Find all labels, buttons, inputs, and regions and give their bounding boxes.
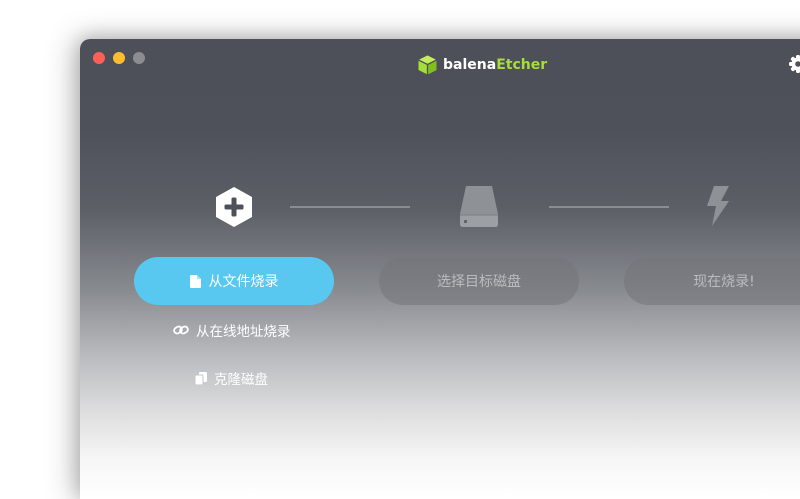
brand-suffix: Etcher [496,57,547,73]
copy-icon [195,372,207,385]
flash-now-label: 现在烧录! [693,271,755,291]
select-target-label: 选择目标磁盘 [437,271,521,291]
flash-now-button[interactable]: 现在烧录! [624,257,800,305]
select-target-button[interactable]: 选择目标磁盘 [379,257,579,305]
clone-drive-link[interactable]: 克隆磁盘 [195,368,268,388]
step-connector-2 [549,206,669,208]
brand-prefix: balena [443,57,496,73]
maximize-window-button[interactable] [133,52,145,64]
drive-icon [459,184,499,228]
app-logo: balenaEtcher [417,54,547,76]
etcher-window: balenaEtcher 从文件烧录 [80,39,800,499]
gear-icon[interactable] [789,55,800,73]
step-connector-1 [290,206,410,208]
flash-from-url-label: 从在线地址烧录 [196,320,291,340]
plus-hexagon-icon[interactable] [214,186,254,228]
link-icon [173,324,189,336]
window-controls [93,52,145,64]
minimize-window-button[interactable] [113,52,125,64]
file-icon [190,275,201,288]
close-window-button[interactable] [93,52,105,64]
flash-from-file-label: 从文件烧录 [209,271,279,291]
cube-logo-icon [417,54,438,76]
clone-drive-label: 克隆磁盘 [214,368,268,388]
flash-from-url-link[interactable]: 从在线地址烧录 [173,320,291,340]
lightning-icon [703,184,731,228]
flash-from-file-button[interactable]: 从文件烧录 [134,257,334,305]
